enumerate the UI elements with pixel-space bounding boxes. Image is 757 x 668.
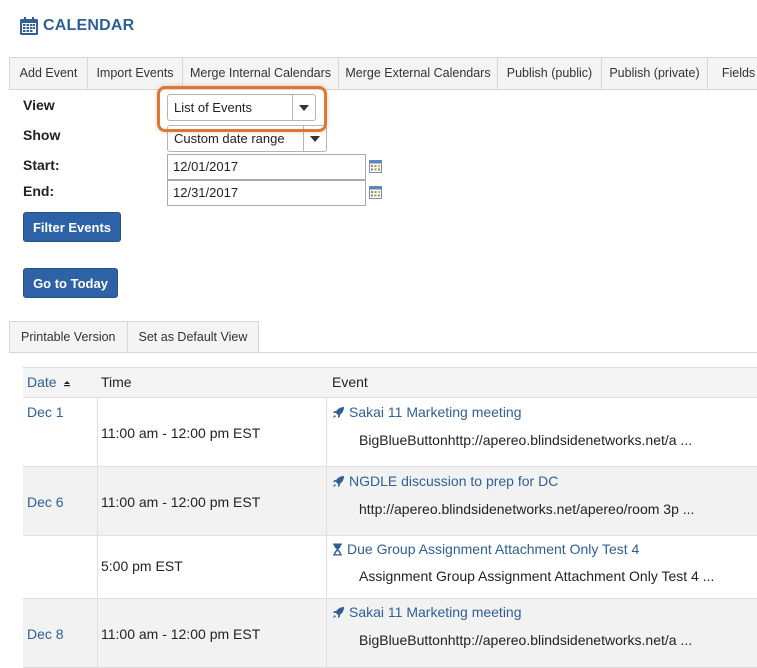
event-description: http://apereo.blindsidenetworks.net/aper… xyxy=(359,501,695,517)
table-row: Dec 1 11:00 am - 12:00 pm EST Sakai 11 M… xyxy=(23,398,757,467)
time-column-header: Time xyxy=(101,374,132,390)
date-sort-link[interactable]: Date xyxy=(27,374,57,390)
event-title-link[interactable]: Sakai 11 Marketing meeting xyxy=(332,604,522,620)
event-time: 5:00 pm EST xyxy=(101,558,183,574)
event-title: Due Group Assignment Attachment Only Tes… xyxy=(347,541,640,557)
view-select-highlight xyxy=(157,86,327,132)
date-picker-icon[interactable] xyxy=(369,160,382,173)
tab-fields[interactable]: Fields xyxy=(707,58,757,89)
event-title-link[interactable]: NGDLE discussion to prep for DC xyxy=(332,473,558,489)
hourglass-icon xyxy=(333,543,342,555)
start-date-field[interactable]: 12/01/2017 xyxy=(167,154,366,180)
event-title-link[interactable]: Sakai 11 Marketing meeting xyxy=(332,404,522,420)
rocket-icon xyxy=(333,606,344,618)
event-time: 11:00 am - 12:00 pm EST xyxy=(101,425,261,441)
table-row: Dec 6 11:00 am - 12:00 pm EST NGDLE disc… xyxy=(23,467,757,536)
tab-publish-private[interactable]: Publish (private) xyxy=(601,58,707,89)
event-description: Assignment Group Assignment Attachment O… xyxy=(359,568,715,584)
page-title: CALENDAR xyxy=(43,17,135,34)
show-select-value: Custom date range xyxy=(174,131,285,146)
event-title-link[interactable]: Due Group Assignment Attachment Only Tes… xyxy=(332,541,639,557)
event-title: Sakai 11 Marketing meeting xyxy=(349,604,522,620)
table-header: Date Time Event xyxy=(23,367,757,398)
sort-ascending-icon xyxy=(64,381,71,387)
tab-add-event[interactable]: Add Event xyxy=(9,58,87,89)
event-time: 11:00 am - 12:00 pm EST xyxy=(101,626,261,642)
rocket-icon xyxy=(333,406,344,418)
table-row: Dec 8 11:00 am - 12:00 pm EST Sakai 11 M… xyxy=(23,599,757,668)
calendar-toolbar: Add Event Import Events Merge Internal C… xyxy=(9,57,757,90)
end-label: End: xyxy=(23,183,55,199)
page-header: CALENDAR xyxy=(19,14,134,38)
event-column-header: Event xyxy=(332,374,368,390)
tab-set-default-view[interactable]: Set as Default View xyxy=(126,321,260,352)
table-row: 5:00 pm EST Due Group Assignment Attachm… xyxy=(23,536,757,599)
tab-import-events[interactable]: Import Events xyxy=(87,58,182,89)
filter-events-button[interactable]: Filter Events xyxy=(23,212,121,242)
show-label: Show xyxy=(23,127,61,143)
tab-printable-version[interactable]: Printable Version xyxy=(9,321,127,352)
view-options-tabs: Printable Version Set as Default View xyxy=(9,321,757,353)
view-label: View xyxy=(23,97,55,113)
event-date[interactable]: Dec 1 xyxy=(27,404,64,420)
calendar-icon xyxy=(20,17,38,35)
event-time: 11:00 am - 12:00 pm EST xyxy=(101,494,261,510)
end-date-field[interactable]: 12/31/2017 xyxy=(167,180,366,206)
chevron-down-icon xyxy=(310,135,320,142)
tab-merge-internal-calendars[interactable]: Merge Internal Calendars xyxy=(182,58,338,89)
event-description: BigBlueButtonhttp://apereo.blindsidenetw… xyxy=(359,632,693,648)
rocket-icon xyxy=(333,475,344,487)
events-table: Date Time Event Dec 1 11:00 am - 12:00 p… xyxy=(23,367,757,668)
event-title: NGDLE discussion to prep for DC xyxy=(349,473,559,489)
date-column-header[interactable]: Date xyxy=(27,368,72,397)
event-description: BigBlueButtonhttp://apereo.blindsidenetw… xyxy=(359,432,693,448)
go-to-today-button[interactable]: Go to Today xyxy=(23,268,118,298)
tab-publish-public[interactable]: Publish (public) xyxy=(497,58,601,89)
tab-merge-external-calendars[interactable]: Merge External Calendars xyxy=(338,58,497,89)
start-label: Start: xyxy=(23,157,60,173)
event-date[interactable]: Dec 6 xyxy=(27,494,64,510)
event-title: Sakai 11 Marketing meeting xyxy=(349,404,522,420)
event-date[interactable]: Dec 8 xyxy=(27,626,64,642)
date-picker-icon[interactable] xyxy=(369,186,382,199)
